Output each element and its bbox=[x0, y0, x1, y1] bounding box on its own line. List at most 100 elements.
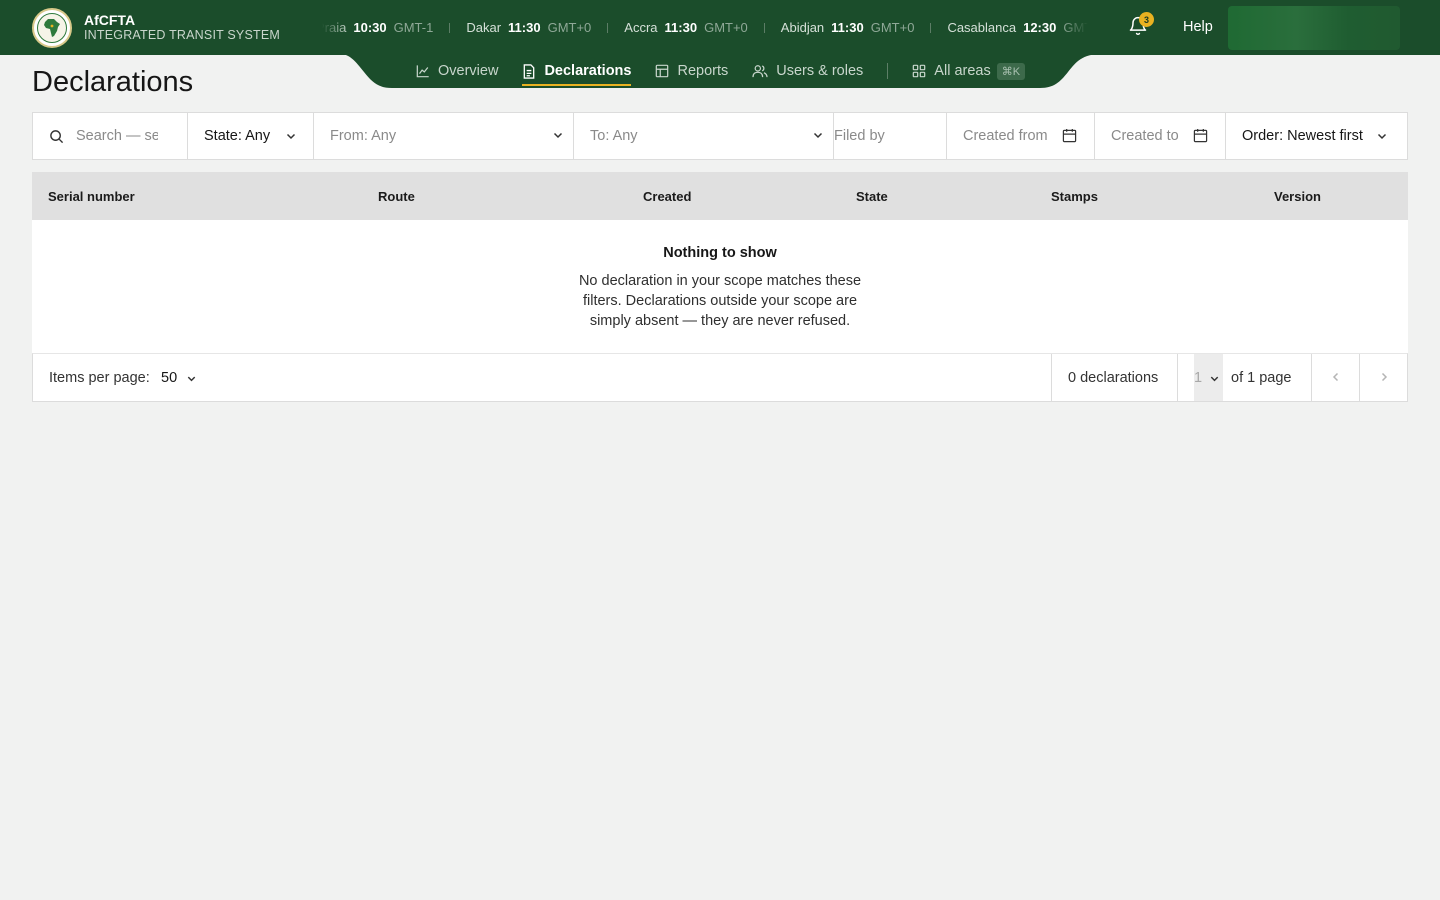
document-icon bbox=[524, 63, 535, 79]
table-body-empty-state: Nothing to show No declaration in your s… bbox=[32, 220, 1408, 353]
clock-casablanca: Casablanca 12:30 GMT+1 bbox=[947, 20, 1088, 35]
world-clocks: Praia 10:30 GMT-1 Dakar 11:30 GMT+0 Accr… bbox=[322, 0, 1088, 55]
column-header-route[interactable]: Route bbox=[378, 189, 415, 204]
clock-city: Accra bbox=[624, 20, 658, 35]
clock-praia: Praia 10:30 GMT-1 bbox=[322, 20, 433, 35]
notifications-button[interactable]: 3 bbox=[1128, 12, 1154, 38]
afcfta-logo bbox=[32, 7, 72, 48]
clock-time: 11:30 bbox=[508, 20, 541, 35]
chevron-down-icon[interactable] bbox=[186, 373, 197, 384]
clock-timezone: GMT+0 bbox=[870, 20, 915, 35]
brand-name: AfCFTA bbox=[84, 12, 136, 29]
clock-timezone: GMT+0 bbox=[547, 20, 592, 35]
brand[interactable]: AfCFTA INTEGRATED TRANSIT SYSTEM bbox=[0, 7, 306, 48]
primary-nav: Overview Declarations Reports Users & ro… bbox=[416, 56, 1049, 86]
created-from-placeholder: Created from bbox=[963, 128, 1048, 144]
items-per-page-label: Items per page: bbox=[49, 370, 150, 386]
order-label: Order: Newest first bbox=[1242, 128, 1363, 144]
africa-map-icon bbox=[44, 18, 60, 37]
clock-abidjan: Abidjan 11:30 GMT+0 bbox=[781, 20, 915, 35]
empty-state-title: Nothing to show bbox=[663, 245, 777, 261]
chevron-left-icon bbox=[1332, 372, 1339, 382]
next-page-button[interactable] bbox=[1359, 354, 1407, 401]
pagination-divider bbox=[1051, 354, 1052, 401]
from-filter-label: From: Any bbox=[330, 128, 397, 144]
clock-time: 11:30 bbox=[831, 20, 864, 35]
help-link[interactable]: Help bbox=[1183, 19, 1213, 35]
all-areas-button[interactable]: All areas ⌘K bbox=[912, 56, 1026, 86]
clock-accra: Accra 11:30 GMT+0 bbox=[624, 20, 748, 35]
state-filter-dropdown[interactable]: State: Any bbox=[188, 113, 314, 159]
column-header-version[interactable]: Version bbox=[1274, 189, 1321, 204]
chevron-down-icon bbox=[286, 133, 296, 140]
to-filter-dropdown[interactable]: To: Any bbox=[574, 113, 834, 159]
from-filter-dropdown[interactable]: From: Any bbox=[314, 113, 574, 159]
table-icon bbox=[656, 64, 669, 78]
tab-label: Declarations bbox=[544, 63, 632, 79]
clock-dakar: Dakar 11:30 GMT+0 bbox=[466, 20, 591, 35]
created-to-placeholder: Created to bbox=[1111, 128, 1179, 144]
column-header-state[interactable]: State bbox=[856, 189, 888, 204]
filter-bar: Search — serial number State: Any From: … bbox=[32, 112, 1408, 160]
grid-icon bbox=[912, 64, 926, 78]
chevron-down-icon bbox=[553, 132, 563, 139]
clock-time: 12:30 bbox=[1023, 20, 1057, 35]
tab-label: Reports bbox=[677, 63, 729, 79]
clock-divider bbox=[930, 22, 932, 33]
state-filter-label: State: Any bbox=[204, 128, 271, 144]
keyboard-shortcut-badge: ⌘K bbox=[996, 62, 1026, 80]
account-menu[interactable] bbox=[1228, 6, 1400, 50]
chevron-down-icon bbox=[1210, 376, 1219, 382]
search-icon bbox=[50, 129, 64, 143]
total-pages-label: of 1 page bbox=[1231, 370, 1292, 386]
nav-divider bbox=[887, 63, 889, 79]
tab-label: Overview bbox=[438, 63, 499, 79]
users-icon bbox=[752, 65, 768, 78]
brand-subtitle: INTEGRATED TRANSIT SYSTEM bbox=[84, 28, 280, 43]
search-placeholder: Search — serial number bbox=[76, 128, 158, 144]
chevron-down-icon bbox=[1377, 133, 1387, 140]
clock-time: 11:30 bbox=[664, 20, 698, 35]
clock-city: Abidjan bbox=[780, 20, 825, 35]
clock-city: Dakar bbox=[466, 20, 502, 35]
declaration-count: 0 declarations bbox=[1068, 370, 1159, 386]
table-header: Serial number Route Created State Stamps… bbox=[32, 172, 1408, 220]
tab-users-roles[interactable]: Users & roles bbox=[752, 56, 863, 86]
items-per-page-select[interactable]: 50 bbox=[161, 370, 177, 386]
current-page-value: 1 bbox=[1194, 370, 1203, 386]
order-dropdown[interactable]: Order: Newest first bbox=[1226, 113, 1407, 159]
top-bar: AfCFTA INTEGRATED TRANSIT SYSTEM Praia 1… bbox=[0, 0, 1440, 55]
clock-divider bbox=[763, 22, 765, 33]
tab-reports[interactable]: Reports bbox=[655, 56, 728, 86]
calendar-icon bbox=[1193, 128, 1208, 143]
chart-line-icon bbox=[416, 65, 429, 78]
column-header-stamps[interactable]: Stamps bbox=[1051, 189, 1098, 204]
clock-time: 10:30 bbox=[353, 20, 387, 35]
clock-city: Praia bbox=[322, 20, 347, 35]
clock-city: Casablanca bbox=[947, 20, 1017, 35]
created-to-date-input[interactable]: Created to bbox=[1095, 113, 1226, 159]
tab-overview[interactable]: Overview bbox=[416, 56, 498, 86]
calendar-icon bbox=[1062, 128, 1077, 143]
clock-timezone: GMT+1 bbox=[1063, 20, 1088, 35]
notification-count-badge: 3 bbox=[1139, 12, 1154, 27]
empty-state-message: No declaration in your scope matches the… bbox=[578, 273, 862, 329]
column-header-serial-number[interactable]: Serial number bbox=[48, 189, 135, 204]
all-areas-label: All areas bbox=[934, 63, 991, 79]
column-header-created[interactable]: Created bbox=[643, 189, 691, 204]
pagination-divider bbox=[1177, 354, 1178, 401]
page-title: Declarations bbox=[32, 66, 194, 98]
previous-page-button[interactable] bbox=[1311, 354, 1359, 401]
to-filter-label: To: Any bbox=[590, 128, 638, 144]
filed-by-input[interactable]: Filed by bbox=[834, 113, 947, 159]
clock-timezone: GMT+0 bbox=[704, 20, 748, 35]
filed-by-placeholder: Filed by bbox=[834, 128, 885, 144]
clock-timezone: GMT-1 bbox=[393, 20, 434, 35]
tab-declarations[interactable]: Declarations bbox=[522, 56, 632, 86]
search-input[interactable]: Search — serial number bbox=[33, 113, 188, 159]
tab-label: Users & roles bbox=[776, 63, 864, 79]
clock-divider bbox=[607, 22, 609, 33]
created-from-date-input[interactable]: Created from bbox=[947, 113, 1095, 159]
chevron-right-icon bbox=[1381, 372, 1388, 382]
pagination-bar: Items per page: 50 0 declarations 1 of 1… bbox=[32, 353, 1408, 402]
